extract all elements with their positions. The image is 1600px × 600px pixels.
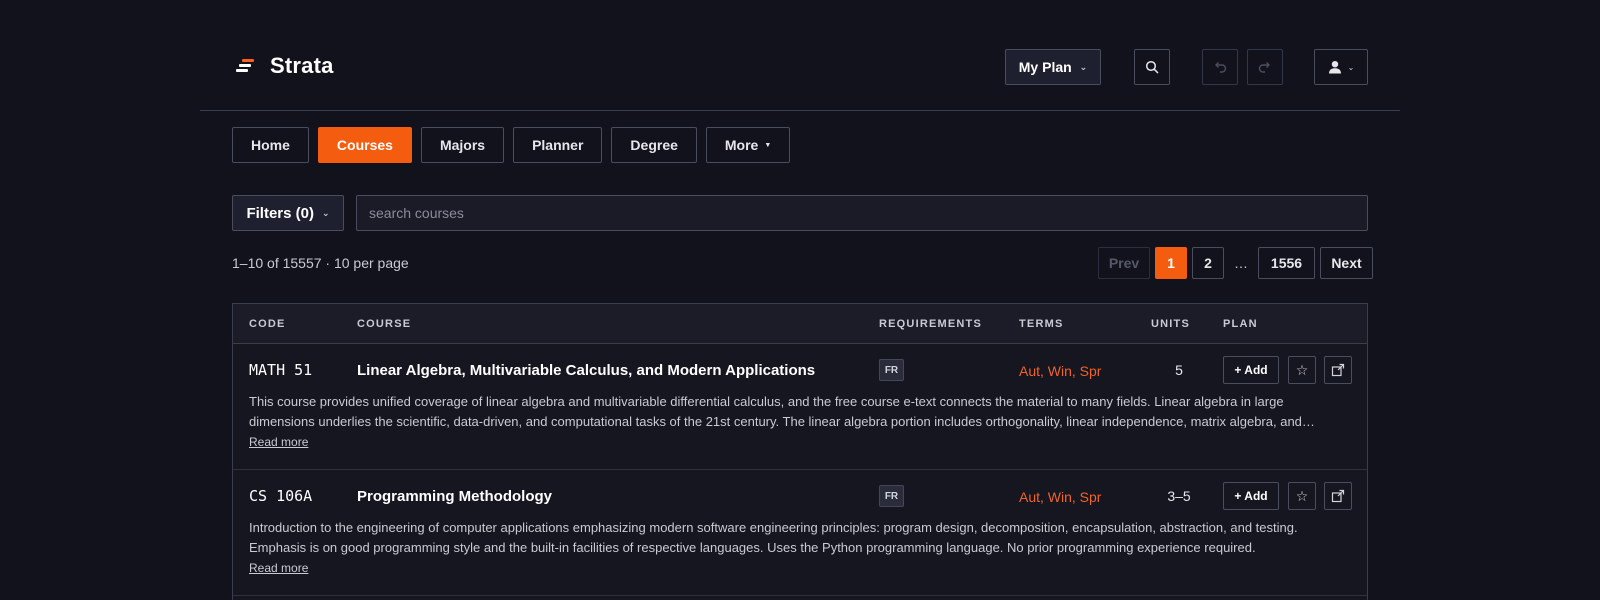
results-summary: 1–10 of 15557 · 10 per page (232, 255, 409, 271)
read-more-link[interactable]: Read more (249, 561, 308, 575)
tab-label: Home (251, 137, 290, 153)
user-icon (1328, 61, 1341, 74)
external-link-icon (1331, 363, 1345, 377)
app-name: Strata (270, 53, 334, 78)
column-header-terms: TERMS (1019, 318, 1064, 330)
course-description: This course provides unified coverage of… (249, 394, 1302, 429)
course-title[interactable]: Programming Methodology (357, 488, 552, 505)
column-header-requirements: REQUIREMENTS (879, 318, 983, 330)
undo-button[interactable] (1202, 49, 1238, 85)
tab-label: Courses (336, 137, 393, 153)
filters-button[interactable]: Filters (0) ⌄ (232, 195, 344, 231)
app-logo[interactable]: Strata (236, 53, 334, 79)
add-to-plan-button[interactable]: + Add (1223, 356, 1279, 384)
open-course-button[interactable] (1324, 482, 1352, 510)
tab-label: Majors (439, 137, 486, 153)
star-icon: ☆ (1295, 487, 1309, 504)
course-units: 5 (1175, 362, 1183, 378)
course-terms: Aut, Win, Spr (1019, 363, 1102, 379)
chevron-down-icon: ⌄ (1347, 62, 1355, 72)
pagination-ellipsis: … (1229, 247, 1253, 279)
course-description: Introduction to the engineering of compu… (249, 520, 1298, 555)
courses-table: CODE COURSE REQUIREMENTS TERMS UNITS PLA… (232, 303, 1368, 600)
caret-down-icon: ▼ (764, 141, 772, 149)
course-units: 3–5 (1167, 488, 1191, 504)
course-browser-page: Strata My Plan ⌄ ⌄ Home Courses Majors P… (0, 0, 1600, 600)
redo-icon (1258, 62, 1270, 73)
open-course-button[interactable] (1324, 356, 1352, 384)
course-code: MATH 51 (249, 361, 313, 379)
undo-icon (1215, 62, 1227, 73)
external-link-icon (1331, 489, 1345, 503)
plan-select[interactable]: My Plan ⌄ (1005, 49, 1101, 85)
user-menu-button[interactable]: ⌄ (1314, 49, 1368, 85)
tab-courses[interactable]: Courses (317, 127, 412, 163)
course-title[interactable]: Linear Algebra, Multivariable Calculus, … (357, 362, 815, 379)
table-header: CODE COURSE REQUIREMENTS TERMS UNITS PLA… (233, 304, 1367, 344)
column-header-units: UNITS (1151, 318, 1190, 330)
tab-label: Planner (532, 137, 584, 153)
tab-degree[interactable]: Degree (611, 127, 697, 163)
tab-planner[interactable]: Planner (513, 127, 603, 163)
chevron-down-icon: ⌄ (321, 207, 330, 218)
page-button-2[interactable]: 2 (1192, 247, 1224, 279)
plan-select-label: My Plan (1018, 59, 1072, 75)
next-page-button[interactable]: Next (1320, 247, 1373, 279)
requirement-badge: FR (879, 359, 904, 381)
prev-page-button[interactable]: Prev (1098, 247, 1150, 279)
table-row: MATH 51 Linear Algebra, Multivariable Ca… (233, 344, 1367, 470)
table-row: CS 106A Programming Methodology FR Aut, … (233, 470, 1367, 596)
star-icon: ☆ (1295, 361, 1309, 378)
column-header-course: COURSE (357, 318, 412, 330)
add-to-plan-button[interactable]: + Add (1223, 482, 1279, 510)
tab-more[interactable]: More ▼ (705, 127, 791, 163)
chevron-down-icon: ⌄ (1079, 61, 1088, 72)
tab-label: More (724, 137, 759, 153)
tab-home[interactable]: Home (232, 127, 309, 163)
filters-label: Filters (0) (246, 204, 314, 222)
strata-logo-icon (236, 58, 256, 74)
tab-label: Degree (630, 137, 678, 153)
main-nav: Home Courses Majors Planner Degree More ▼ (232, 127, 791, 163)
pagination: Prev 1 2 … 1556 Next (1098, 247, 1373, 279)
page-button-last[interactable]: 1556 (1258, 247, 1315, 279)
search-input[interactable] (356, 195, 1368, 231)
course-code: CS 106A (249, 487, 313, 505)
column-header-code: CODE (249, 318, 286, 330)
redo-button[interactable] (1247, 49, 1283, 85)
favorite-button[interactable]: ☆ (1288, 356, 1316, 384)
search-icon (1145, 60, 1159, 74)
page-button-1[interactable]: 1 (1155, 247, 1187, 279)
requirement-badge: FR (879, 485, 904, 507)
top-header: Strata My Plan ⌄ ⌄ (200, 0, 1400, 111)
course-terms: Aut, Win, Spr (1019, 489, 1102, 505)
favorite-button[interactable]: ☆ (1288, 482, 1316, 510)
read-more-link[interactable]: Read more (249, 435, 308, 449)
tab-majors[interactable]: Majors (420, 127, 505, 163)
search-button[interactable] (1134, 49, 1170, 85)
column-header-plan: PLAN (1223, 318, 1258, 330)
